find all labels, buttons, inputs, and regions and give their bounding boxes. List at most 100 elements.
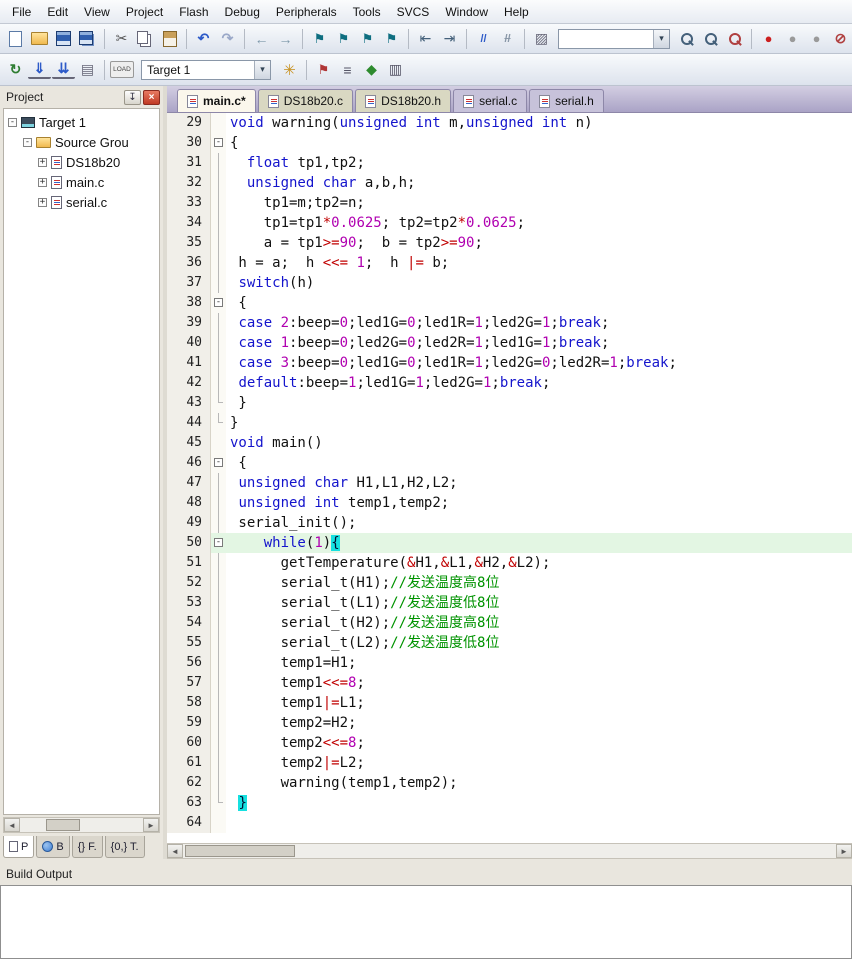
- indent-right-icon[interactable]: ⇥: [438, 28, 461, 50]
- find-text-combobox[interactable]: ▾: [558, 29, 670, 49]
- line-number[interactable]: 59: [167, 713, 211, 733]
- tree-expander-icon[interactable]: -: [23, 138, 32, 147]
- code-line[interactable]: 40 case 1:beep=0;led2G=0;led2R=1;led1G=1…: [167, 333, 852, 353]
- line-number[interactable]: 47: [167, 473, 211, 493]
- code-line[interactable]: 62 warning(temp1,temp2);: [167, 773, 852, 793]
- rebuild-icon[interactable]: ⇊: [52, 61, 75, 79]
- scroll-track[interactable]: [183, 844, 836, 858]
- scroll-right-button[interactable]: ►: [836, 844, 852, 858]
- fold-margin[interactable]: -: [211, 293, 226, 313]
- bookmark-toggle-icon[interactable]: ⚑: [308, 28, 331, 50]
- bookmark-next-icon[interactable]: ⚑: [356, 28, 379, 50]
- fold-margin[interactable]: -: [211, 533, 226, 553]
- nav-forward-icon[interactable]: →: [274, 28, 297, 50]
- tree-expander-icon[interactable]: -: [8, 118, 17, 127]
- line-number[interactable]: 31: [167, 153, 211, 173]
- new-file-icon[interactable]: [4, 28, 27, 50]
- line-number[interactable]: 32: [167, 173, 211, 193]
- code-line[interactable]: 30-{: [167, 133, 852, 153]
- menu-help[interactable]: Help: [496, 2, 537, 22]
- code-line[interactable]: 47 unsigned char H1,L1,H2,L2;: [167, 473, 852, 493]
- panel-tab-templates[interactable]: {0,} T.: [105, 836, 145, 858]
- save-icon[interactable]: [52, 28, 75, 50]
- menu-svcs[interactable]: SVCS: [389, 2, 438, 22]
- code-line[interactable]: 63 }: [167, 793, 852, 813]
- find-text-input[interactable]: [559, 31, 653, 47]
- undo-icon[interactable]: ↶: [192, 28, 215, 50]
- code-line[interactable]: 43 }: [167, 393, 852, 413]
- bookmark-clear-all-icon[interactable]: ⚑: [380, 28, 403, 50]
- scroll-thumb[interactable]: [185, 845, 295, 857]
- menu-flash[interactable]: Flash: [171, 2, 216, 22]
- line-number[interactable]: 57: [167, 673, 211, 693]
- project-horizontal-scrollbar[interactable]: ◄ ►: [3, 817, 160, 833]
- menu-view[interactable]: View: [76, 2, 118, 22]
- editor-tab-DS18b20h[interactable]: DS18b20.h: [355, 89, 451, 112]
- target-dropdown-button[interactable]: ▾: [254, 61, 270, 79]
- find-dropdown-button[interactable]: ▾: [653, 30, 669, 48]
- line-number[interactable]: 54: [167, 613, 211, 633]
- file-extensions-icon[interactable]: ≡: [336, 59, 359, 81]
- line-number[interactable]: 49: [167, 513, 211, 533]
- configure-flags-icon[interactable]: ▨: [530, 28, 553, 50]
- code-line[interactable]: 57 temp1<<=8;: [167, 673, 852, 693]
- tree-item-ds18b20[interactable]: +DS18b20: [4, 152, 159, 172]
- code-line[interactable]: 45void main(): [167, 433, 852, 453]
- line-number[interactable]: 40: [167, 333, 211, 353]
- line-number[interactable]: 42: [167, 373, 211, 393]
- open-file-icon[interactable]: [28, 28, 51, 50]
- fold-margin[interactable]: -: [211, 133, 226, 153]
- scroll-track[interactable]: [20, 818, 143, 832]
- line-number[interactable]: 52: [167, 573, 211, 593]
- comment-selection-icon[interactable]: //: [472, 28, 495, 50]
- line-number[interactable]: 30: [167, 133, 211, 153]
- code-line[interactable]: 44}: [167, 413, 852, 433]
- redo-icon[interactable]: ↷: [216, 28, 239, 50]
- line-number[interactable]: 38: [167, 293, 211, 313]
- build-output-content[interactable]: [0, 885, 852, 959]
- code-line[interactable]: 58 temp1|=L1;: [167, 693, 852, 713]
- line-number[interactable]: 33: [167, 193, 211, 213]
- scroll-thumb[interactable]: [46, 819, 80, 831]
- code-line[interactable]: 34 tp1=tp1*0.0625; tp2=tp2*0.0625;: [167, 213, 852, 233]
- code-line[interactable]: 52 serial_t(H1);//发送温度高8位: [167, 573, 852, 593]
- line-number[interactable]: 46: [167, 453, 211, 473]
- indent-left-icon[interactable]: ⇤: [414, 28, 437, 50]
- line-number[interactable]: 55: [167, 633, 211, 653]
- save-all-icon[interactable]: [76, 28, 99, 50]
- line-number[interactable]: 36: [167, 253, 211, 273]
- line-number[interactable]: 58: [167, 693, 211, 713]
- line-number[interactable]: 53: [167, 593, 211, 613]
- editor-horizontal-scrollbar[interactable]: ◄ ►: [167, 843, 852, 859]
- menu-file[interactable]: File: [4, 2, 39, 22]
- tree-item-main-c[interactable]: +main.c: [4, 172, 159, 192]
- uncomment-selection-icon[interactable]: //: [496, 28, 519, 50]
- fold-toggle-icon[interactable]: -: [214, 298, 223, 307]
- code-line[interactable]: 60 temp2<<=8;: [167, 733, 852, 753]
- fold-margin[interactable]: -: [211, 453, 226, 473]
- code-line[interactable]: 51 getTemperature(&H1,&L1,&H2,&L2);: [167, 553, 852, 573]
- find-in-files-icon[interactable]: [675, 28, 698, 50]
- line-number[interactable]: 63: [167, 793, 211, 813]
- tree-item-serial-c[interactable]: +serial.c: [4, 192, 159, 212]
- panel-tab-books[interactable]: B: [36, 836, 69, 858]
- scroll-right-button[interactable]: ►: [143, 818, 159, 832]
- line-number[interactable]: 39: [167, 313, 211, 333]
- editor-tab-serialh[interactable]: serial.h: [529, 89, 604, 112]
- line-number[interactable]: 37: [167, 273, 211, 293]
- code-line[interactable]: 46- {: [167, 453, 852, 473]
- incremental-find-icon[interactable]: [723, 28, 746, 50]
- tree-expander-icon[interactable]: +: [38, 198, 47, 207]
- tree-item-source-grou[interactable]: -Source Grou: [4, 132, 159, 152]
- line-number[interactable]: 60: [167, 733, 211, 753]
- code-line[interactable]: 38- {: [167, 293, 852, 313]
- batch-build-icon[interactable]: ▤: [76, 59, 99, 81]
- build-icon[interactable]: ⇓: [28, 61, 51, 79]
- code-line[interactable]: 49 serial_init();: [167, 513, 852, 533]
- line-number[interactable]: 56: [167, 653, 211, 673]
- code-lines[interactable]: 29void warning(unsigned int m,unsigned i…: [167, 113, 852, 843]
- line-number[interactable]: 45: [167, 433, 211, 453]
- line-number[interactable]: 29: [167, 113, 211, 133]
- code-line[interactable]: 59 temp2=H2;: [167, 713, 852, 733]
- bookmark-prev-icon[interactable]: ⚑: [332, 28, 355, 50]
